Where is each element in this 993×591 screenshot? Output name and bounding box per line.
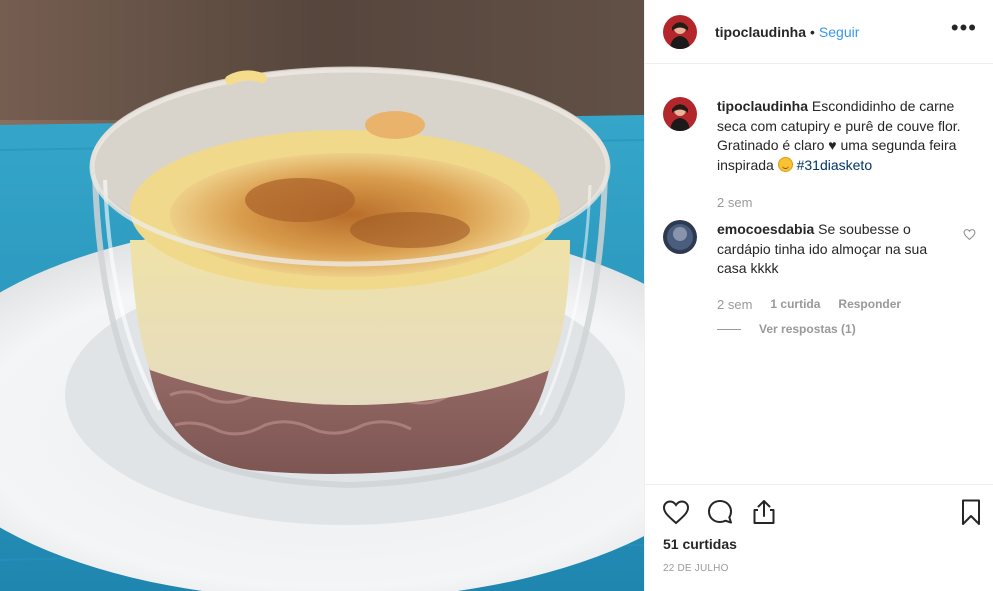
commenter-username-link[interactable]: emocoesdabia — [717, 221, 814, 237]
post-date[interactable]: 22 DE JULHO — [663, 563, 729, 574]
comment-text: emocoesdabia Se soubesse o cardápio tinh… — [717, 220, 957, 279]
caption-text: tipoclaudinha Escondidinho de carne seca… — [717, 97, 983, 175]
profile-picture-icon — [663, 97, 697, 131]
view-replies-label: Ver respostas (1) — [759, 322, 856, 336]
profile-picture-icon — [663, 220, 697, 254]
post-header: tipoclaudinha • Seguir ••• — [645, 0, 993, 64]
comment-likes-link[interactable]: 1 curtida — [770, 297, 820, 312]
action-icons — [661, 497, 779, 527]
bookmark-icon[interactable] — [956, 497, 986, 527]
caption-avatar[interactable] — [663, 97, 697, 131]
header-separator: • — [810, 23, 815, 40]
food-photo-image — [0, 0, 644, 591]
heart-icon[interactable] — [661, 497, 691, 527]
comment-meta: 2 sem 1 curtida Responder — [717, 297, 919, 312]
caption-username-link[interactable]: tipoclaudinha — [717, 98, 808, 114]
hashtag-link[interactable]: #31diasketo — [797, 157, 873, 173]
more-options-icon[interactable]: ••• — [951, 16, 977, 47]
post-actions: 51 curtidas 22 DE JULHO — [645, 484, 993, 591]
view-replies-button[interactable]: Ver respostas (1) — [717, 322, 856, 336]
header-username-link[interactable]: tipoclaudinha — [715, 24, 806, 40]
follow-button[interactable]: Seguir — [819, 24, 859, 40]
replies-divider-line — [717, 328, 741, 330]
caption-timestamp[interactable]: 2 sem — [717, 195, 752, 210]
post-details-panel: tipoclaudinha • Seguir ••• tipoclaudinha… — [644, 0, 993, 591]
post-caption: tipoclaudinha Escondidinho de carne seca… — [663, 97, 983, 175]
profile-picture-icon — [663, 14, 697, 49]
smiling-face-emoji-icon — [777, 156, 793, 172]
comments-section: tipoclaudinha Escondidinho de carne seca… — [645, 64, 993, 484]
comment-like-heart-icon[interactable] — [963, 228, 976, 241]
comment-icon[interactable] — [705, 497, 735, 527]
comment-timestamp[interactable]: 2 sem — [717, 297, 752, 312]
likes-count[interactable]: 51 curtidas — [663, 536, 737, 552]
reply-button[interactable]: Responder — [838, 297, 901, 312]
commenter-avatar[interactable] — [663, 220, 697, 254]
post-photo[interactable] — [0, 0, 644, 591]
comment-item: emocoesdabia Se soubesse o cardápio tinh… — [663, 220, 988, 279]
avatar[interactable] — [663, 14, 697, 49]
share-icon[interactable] — [749, 497, 779, 527]
